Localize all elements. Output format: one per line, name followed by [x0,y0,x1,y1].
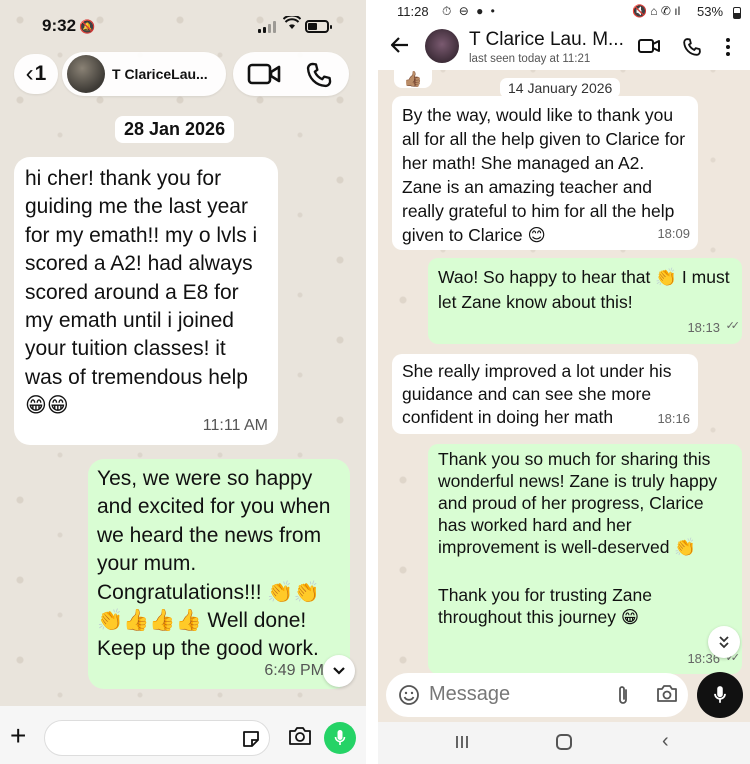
camera-icon[interactable] [288,726,312,751]
scroll-to-bottom-button[interactable] [708,626,740,658]
message-text: hi cher! thank you for guiding me the la… [25,167,258,418]
read-receipt-icon: ✓✓ [725,320,741,332]
composer-bar: + [0,706,366,764]
microphone-icon [334,730,346,745]
signal-icon [258,21,276,33]
home-icon[interactable] [556,734,572,750]
outgoing-message[interactable]: Yes, we were so happy and excited for yo… [88,459,350,689]
more-options-icon[interactable] [725,37,731,62]
message-time: 18:09 [657,226,690,241]
double-chevron-down-icon [719,636,729,649]
bell-muted-icon: 🔕 [79,19,96,34]
wifi-icon [282,14,302,35]
battery-percent: 53% [697,4,724,19]
system-navigation-bar: ‹ [378,722,750,764]
message-text: Thank you so much for sharing this wonde… [438,449,718,557]
date-chip: 28 Jan 2026 [115,116,235,143]
avatar [67,55,105,93]
incoming-message[interactable]: By the way, would like to thank you all … [392,96,698,250]
incoming-message[interactable]: hi cher! thank you for guiding me the la… [14,157,278,445]
right-chat-screen: 11:28 ⏱ ⊖ ● • 🔇 ⌂ ✆ ıl 53% T Clarice Lau… [378,0,750,764]
screenshot-divider [366,0,378,764]
message-time: 18:13 [687,320,720,335]
chevron-left-icon: ‹ [25,60,34,87]
video-call-icon[interactable] [638,38,660,59]
message-input[interactable] [44,720,270,756]
battery-icon [733,7,741,19]
message-time: 11:11 AM [202,416,268,434]
emoji-icon[interactable] [398,684,420,711]
nav-back-icon[interactable]: ‹ [662,730,669,753]
recents-icon[interactable] [454,734,470,755]
paperclip-icon[interactable] [616,684,630,711]
message-text: Wao! So happy to hear that 👏 I must let … [438,267,730,312]
contact-info-button[interactable]: T ClariceLau... [62,52,226,96]
status-bar: 11:28 ⏱ ⊖ ● • 🔇 ⌂ ✆ ıl 53% [378,0,750,24]
phone-call-icon[interactable] [305,61,333,94]
unread-count: 1 [34,62,47,85]
notification-icons: ⏱ ⊖ ● • [442,4,497,18]
call-buttons [233,52,349,96]
connectivity-icons: 🔇 ⌂ ✆ ıl [632,4,681,18]
plus-icon[interactable]: + [10,722,26,750]
phone-call-icon[interactable] [682,37,702,62]
status-time: 9:32 🔕 [42,16,96,35]
last-seen-status: last seen today at 11:21 [469,53,591,65]
message-text: By the way, would like to thank you all … [402,105,686,245]
status-bar: 9:32 🔕 [0,0,366,48]
reaction-peek: 👍🏽 [394,62,432,88]
microphone-icon [714,686,726,703]
message-time: 6:49 PM [264,661,324,679]
message-text: Thank you for trusting Zane throughout t… [438,585,652,627]
contact-name: T ClariceLau... [112,66,208,82]
sticker-icon[interactable] [241,729,261,754]
microphone-button[interactable] [324,722,356,754]
camera-icon[interactable] [656,685,678,708]
outgoing-message[interactable]: Wao! So happy to hear that 👏 I must let … [428,258,742,344]
incoming-message[interactable]: She really improved a lot under his guid… [392,354,698,434]
chevron-down-icon [333,667,345,675]
chat-header: ‹ 1 T ClariceLau... [0,50,366,98]
back-arrow-icon[interactable] [390,35,410,60]
date-chip: 14 January 2026 [500,78,621,98]
scroll-to-bottom-button[interactable] [323,655,355,687]
avatar[interactable] [425,29,459,63]
left-chat-screen: 9:32 🔕 ‹ 1 T ClariceLau... 28 Jan 2026 hi … [0,0,366,764]
microphone-button[interactable] [697,672,743,718]
message-input[interactable]: Message [386,673,688,717]
message-text: Yes, we were so happy and excited for yo… [97,467,331,661]
message-placeholder: Message [429,683,511,705]
outgoing-message[interactable]: Thank you so much for sharing this wonde… [428,444,742,674]
chat-header: T Clarice Lau. M... last seen today at 1… [378,24,750,70]
status-time: 11:28 [397,4,429,19]
video-call-icon[interactable] [247,62,281,91]
battery-icon [305,20,332,33]
back-button[interactable]: ‹ 1 [14,54,58,94]
message-text: She really improved a lot under his guid… [402,361,672,427]
message-time: 18:16 [657,411,690,426]
contact-name[interactable]: T Clarice Lau. M... [469,29,624,51]
